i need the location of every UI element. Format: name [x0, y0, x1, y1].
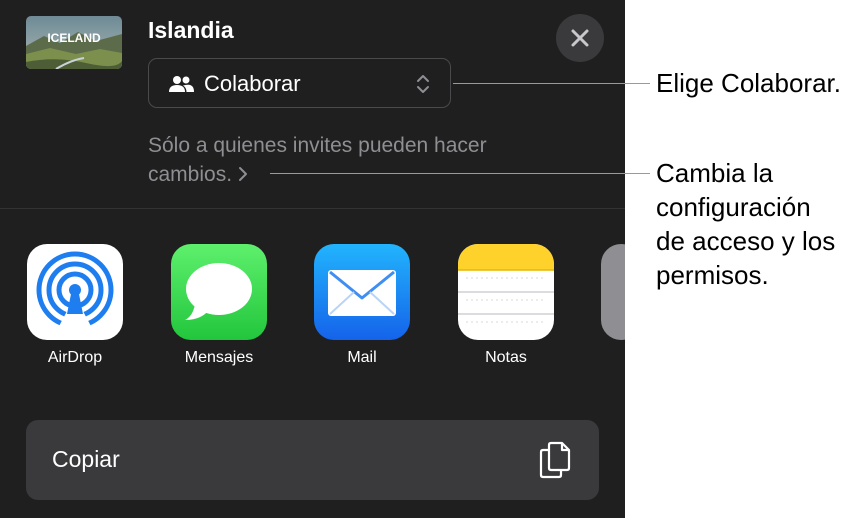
- copy-button[interactable]: Copiar: [26, 420, 599, 500]
- document-thumbnail: ICELAND: [26, 16, 122, 69]
- mail-icon: [314, 244, 410, 340]
- copy-icon: [539, 441, 571, 479]
- copy-label: Copiar: [52, 446, 120, 472]
- access-settings-link[interactable]: Sólo a quienes invites pueden hacer camb…: [148, 131, 568, 189]
- callout-choose-collaborate: Elige Colaborar.: [656, 68, 841, 98]
- callout-line-collaborate: [453, 83, 650, 84]
- chevron-right-icon: [239, 167, 248, 181]
- close-button[interactable]: [556, 14, 604, 62]
- share-app-notes[interactable]: Notas: [458, 244, 554, 366]
- notes-icon: [458, 244, 554, 340]
- share-app-more[interactable]: [601, 244, 625, 340]
- thumbnail-title: ICELAND: [47, 31, 101, 45]
- share-app-mail[interactable]: Mail: [314, 244, 410, 366]
- share-sheet: ICELAND Islandia Colaborar Sólo a quiene…: [0, 0, 625, 518]
- share-app-airdrop[interactable]: AirDrop: [27, 244, 123, 366]
- share-app-messages[interactable]: Mensajes: [171, 244, 267, 366]
- collaborate-label: Colaborar: [204, 71, 301, 96]
- collaborate-popup-button[interactable]: Colaborar: [148, 58, 451, 108]
- app-name-mail: Mail: [347, 349, 377, 366]
- messages-icon: [171, 244, 267, 340]
- app-name-notes: Notas: [485, 349, 527, 366]
- app-name-messages: Mensajes: [184, 349, 254, 366]
- close-icon: [571, 29, 589, 47]
- callout-access-line: permisos.: [656, 260, 769, 290]
- callout-access-settings: Cambia la configuración de acceso y los …: [656, 156, 835, 292]
- access-settings-text: Sólo a quienes invites pueden hacer camb…: [148, 134, 487, 186]
- callout-access-line: configuración: [656, 192, 811, 222]
- divider: [0, 208, 625, 209]
- callout-line-access: [270, 173, 650, 174]
- callout-access-line: Cambia la: [656, 158, 774, 188]
- people-icon: [169, 76, 194, 92]
- app-name-airdrop: AirDrop: [47, 349, 103, 366]
- airdrop-icon: [27, 244, 123, 340]
- callout-access-line: de acceso y los: [656, 226, 836, 256]
- document-title: Islandia: [148, 17, 234, 43]
- chevron-up-down-icon: [417, 75, 429, 93]
